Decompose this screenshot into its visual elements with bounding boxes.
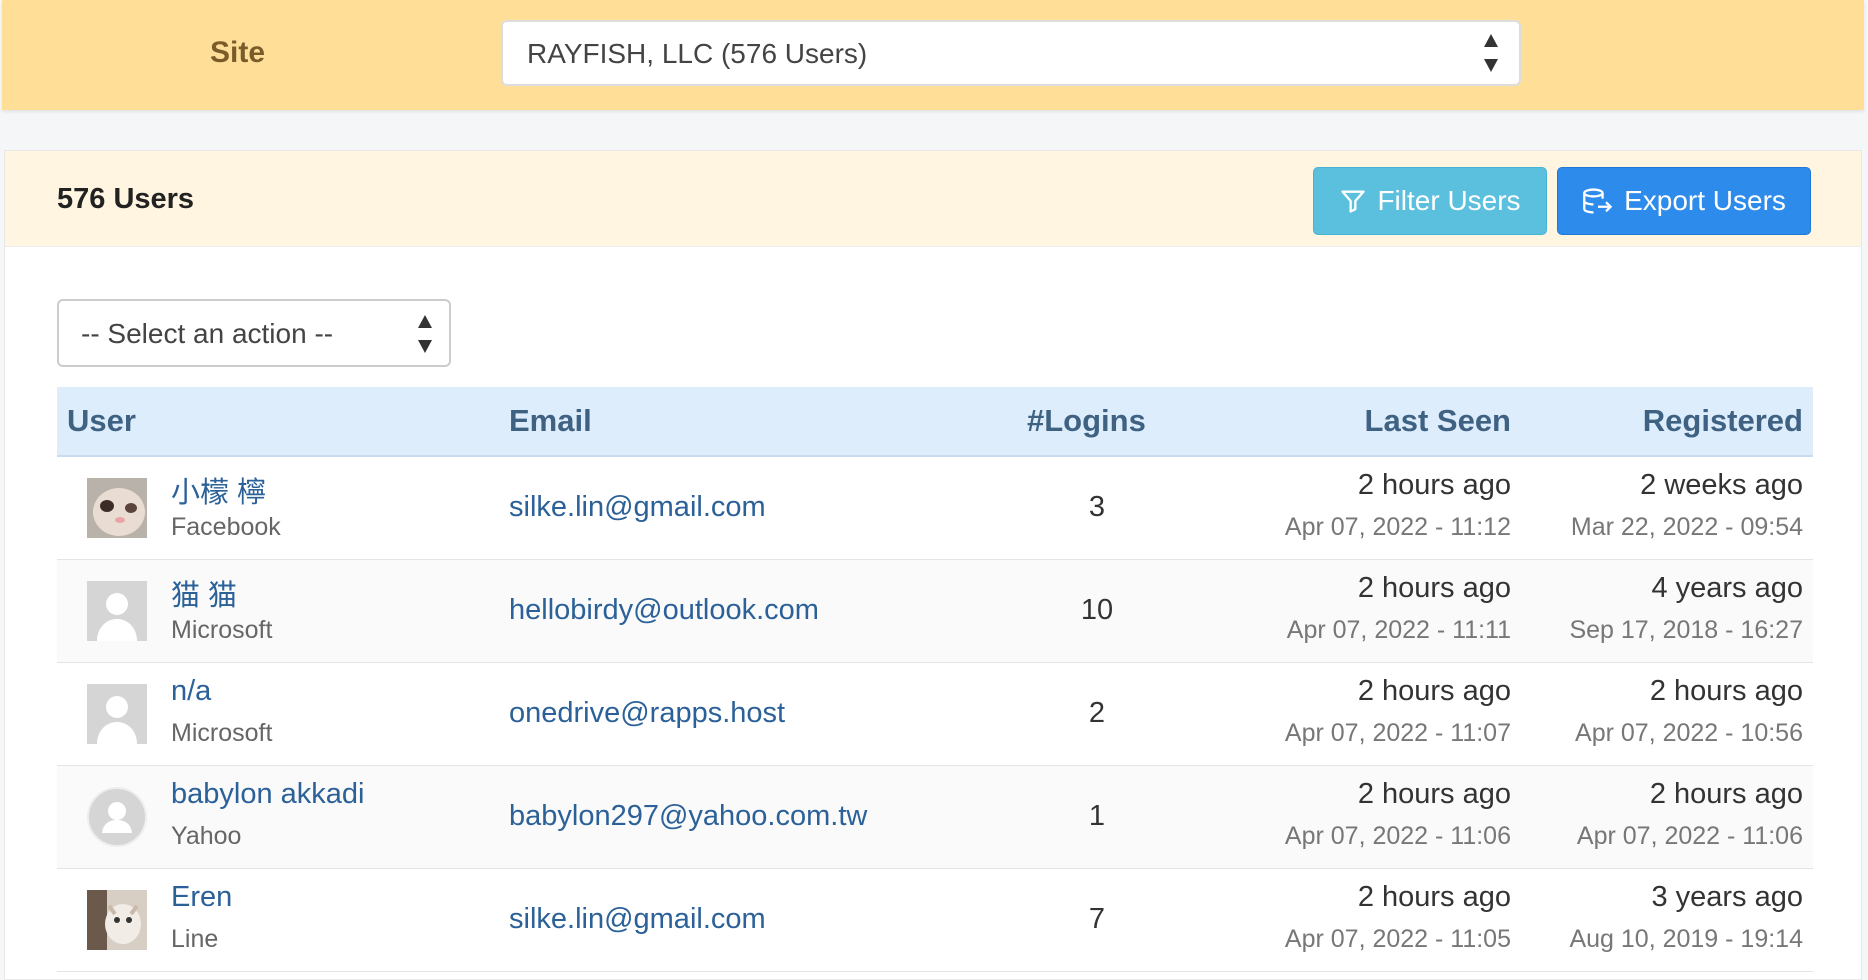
site-select-value: RAYFISH, LLC (576 Users) (527, 38, 868, 69)
registered-date: Aug 10, 2019 - 19:14 (1569, 925, 1803, 953)
last-seen-relative: 2 hours ago (1357, 572, 1511, 604)
table-row[interactable]: 猫 猫 Microsoft hellobirdy@outlook.com 10 … (57, 560, 1813, 663)
column-header-email[interactable]: Email (509, 403, 592, 439)
last-seen-date: Apr 07, 2022 - 11:11 (1286, 616, 1511, 644)
select-arrows-icon (1483, 34, 1499, 72)
users-card: 576 Users Filter Users Export Users -- S… (4, 150, 1862, 980)
user-provider: Facebook (171, 513, 281, 541)
user-provider: Line (171, 925, 219, 953)
registered-relative: 4 years ago (1651, 572, 1803, 604)
table-row[interactable]: n/a Microsoft onedrive@rapps.host 2 2 ho… (57, 663, 1813, 766)
user-name-link[interactable]: Eren (171, 881, 232, 914)
site-bar: Site RAYFISH, LLC (576 Users) (2, 0, 1864, 110)
table-header: User Email #Logins Last Seen Registered (57, 387, 1813, 457)
avatar (87, 890, 147, 950)
user-email-link[interactable]: silke.lin@gmail.com (509, 903, 766, 936)
select-arrows-icon (417, 315, 433, 353)
last-seen-date: Apr 07, 2022 - 11:06 (1284, 822, 1511, 850)
filter-users-button[interactable]: Filter Users (1313, 167, 1547, 235)
last-seen-relative: 2 hours ago (1357, 881, 1511, 913)
user-name-link[interactable]: babylon akkadi (171, 778, 364, 811)
default-avatar-icon (87, 581, 147, 641)
export-users-label: Export Users (1624, 185, 1786, 216)
default-avatar-round-icon (87, 787, 147, 847)
users-table: User Email #Logins Last Seen Registered … (57, 387, 1813, 972)
user-email-link[interactable]: silke.lin@gmail.com (509, 491, 766, 524)
login-count: 2 (1088, 697, 1106, 729)
site-label: Site (210, 36, 266, 69)
last-seen-date: Apr 07, 2022 - 11:05 (1284, 925, 1511, 953)
user-email-link[interactable]: hellobirdy@outlook.com (509, 594, 819, 627)
user-provider: Microsoft (171, 719, 273, 747)
bulk-action-select[interactable]: -- Select an action -- (57, 299, 451, 367)
registered-date: Sep 17, 2018 - 16:27 (1569, 616, 1803, 644)
default-avatar-icon (87, 684, 147, 744)
last-seen-date: Apr 07, 2022 - 11:07 (1284, 719, 1511, 747)
column-header-logins[interactable]: #Logins (1027, 403, 1146, 439)
registered-relative: 2 weeks ago (1640, 469, 1803, 501)
avatar (87, 478, 147, 538)
last-seen-relative: 2 hours ago (1357, 675, 1511, 707)
table-row[interactable]: Eren Line silke.lin@gmail.com 7 2 hours … (57, 869, 1813, 972)
registered-relative: 2 hours ago (1649, 778, 1803, 810)
user-email-link[interactable]: babylon297@yahoo.com.tw (509, 800, 867, 833)
user-provider: Yahoo (171, 822, 242, 850)
registered-relative: 2 hours ago (1649, 675, 1803, 707)
registered-date: Apr 07, 2022 - 10:56 (1575, 719, 1803, 747)
table-row[interactable]: 小檬 檸 Facebook silke.lin@gmail.com 3 2 ho… (57, 457, 1813, 560)
user-count: 576 Users (57, 183, 195, 215)
export-users-button[interactable]: Export Users (1557, 167, 1811, 235)
user-name-link[interactable]: 猫 猫 (171, 572, 237, 614)
last-seen-relative: 2 hours ago (1357, 778, 1511, 810)
column-header-user[interactable]: User (67, 403, 136, 439)
user-name-link[interactable]: n/a (171, 675, 211, 708)
user-name-link[interactable]: 小檬 檸 (171, 469, 266, 511)
filter-icon (1339, 187, 1367, 215)
last-seen-date: Apr 07, 2022 - 11:12 (1284, 513, 1511, 541)
last-seen-relative: 2 hours ago (1357, 469, 1511, 501)
registered-date: Mar 22, 2022 - 09:54 (1570, 513, 1803, 541)
column-header-last-seen[interactable]: Last Seen (1365, 403, 1511, 439)
export-database-icon (1582, 187, 1614, 215)
login-count: 7 (1088, 903, 1106, 935)
login-count: 3 (1088, 491, 1106, 523)
card-header: 576 Users Filter Users Export Users (5, 151, 1861, 247)
registered-date: Apr 07, 2022 - 11:06 (1576, 822, 1803, 850)
filter-users-label: Filter Users (1377, 185, 1521, 216)
table-row[interactable]: babylon akkadi Yahoo babylon297@yahoo.co… (57, 766, 1813, 869)
login-count: 10 (1080, 594, 1114, 626)
login-count: 1 (1088, 800, 1106, 832)
bulk-action-value: -- Select an action -- (81, 318, 334, 349)
user-provider: Microsoft (171, 616, 273, 644)
registered-relative: 3 years ago (1651, 881, 1803, 913)
user-email-link[interactable]: onedrive@rapps.host (509, 697, 785, 730)
site-select[interactable]: RAYFISH, LLC (576 Users) (501, 20, 1521, 86)
column-header-registered[interactable]: Registered (1643, 403, 1803, 439)
